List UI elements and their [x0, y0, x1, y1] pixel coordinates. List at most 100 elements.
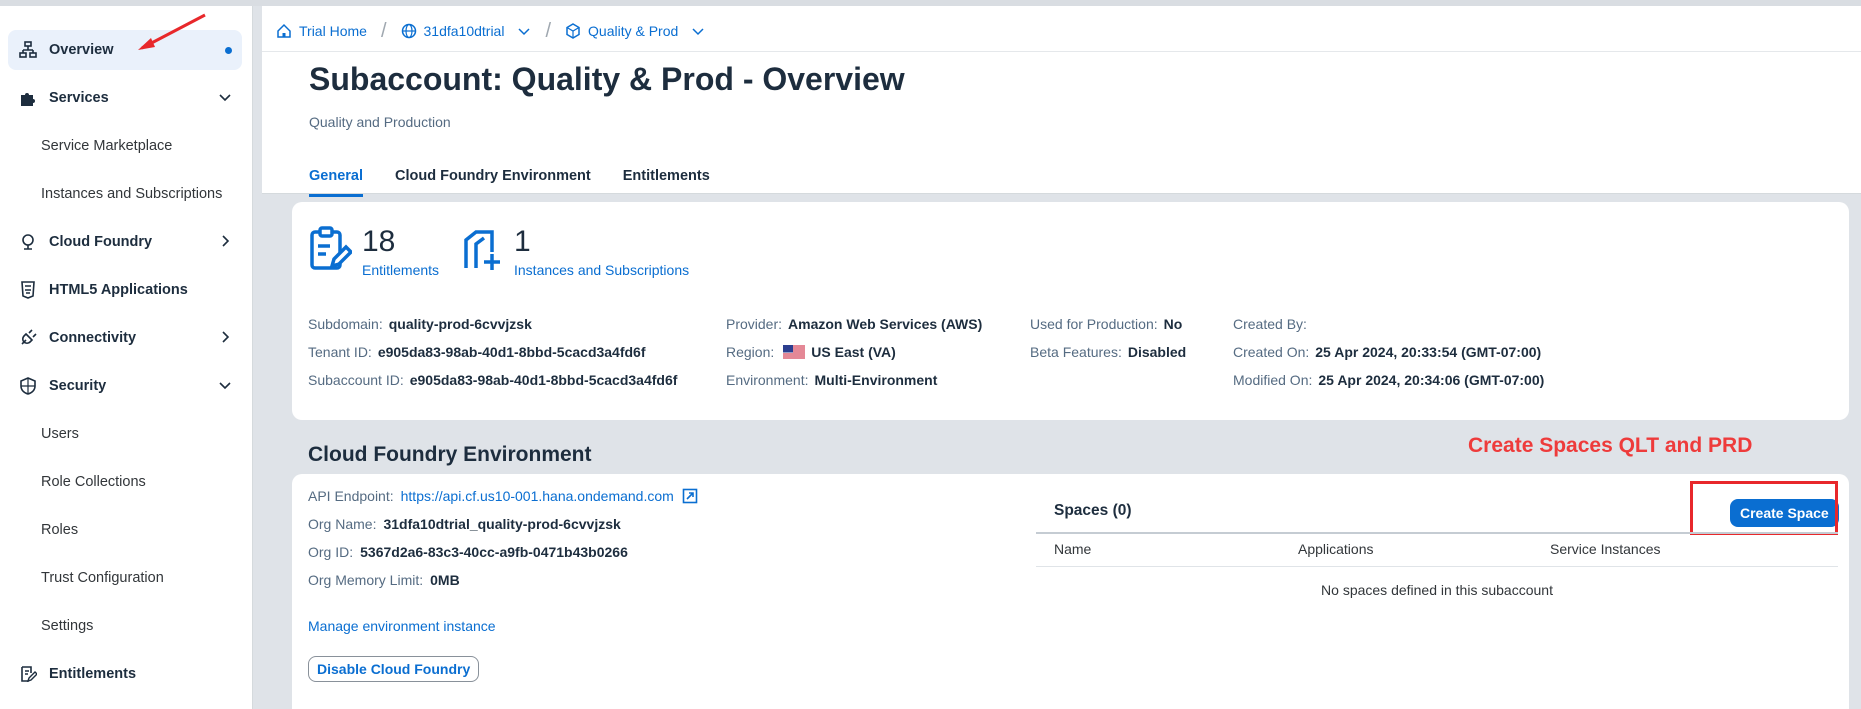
- sidebar-item-entitlements[interactable]: Entitlements: [8, 654, 242, 694]
- sidebar-item-service-marketplace[interactable]: Service Marketplace: [8, 126, 242, 166]
- sidebar-item-label: Connectivity: [49, 330, 137, 346]
- chevron-down-icon: [692, 28, 704, 36]
- us-flag-icon: [783, 345, 806, 359]
- column-header-service-instances[interactable]: Service Instances: [1550, 541, 1661, 557]
- breadcrumb-global-account[interactable]: 31dfa10dtrial: [401, 23, 532, 39]
- column-header-applications[interactable]: Applications: [1298, 541, 1374, 557]
- sidebar-item-label: Service Marketplace: [41, 138, 173, 154]
- breadcrumb-label: Quality & Prod: [588, 23, 679, 39]
- chevron-right-icon: [218, 330, 232, 347]
- annotation-text: Create Spaces QLT and PRD: [1468, 434, 1753, 457]
- sidebar-item-label: Roles: [41, 522, 79, 538]
- globe-pin-icon: [16, 233, 40, 251]
- disable-cloud-foundry-button[interactable]: Disable Cloud Foundry: [308, 656, 480, 682]
- breadcrumb-separator: /: [545, 19, 552, 42]
- plug-icon: [16, 329, 40, 347]
- created-by-field: Created By:: [1233, 316, 1307, 332]
- entitlements-kpi: 18 Entitlements: [308, 226, 439, 278]
- org-name-field: Org Name: 31dfa10dtrial_quality-prod-6cvv…: [308, 516, 621, 532]
- sidebar-item-instances-subscriptions[interactable]: Instances and Subscriptions: [8, 174, 242, 214]
- entitlements-link[interactable]: Entitlements: [362, 262, 439, 278]
- sidebar-item-html5-applications[interactable]: HTML5 Applications: [8, 270, 242, 310]
- instances-subscriptions-link[interactable]: Instances and Subscriptions: [514, 262, 689, 278]
- page-subtitle: Quality and Production: [309, 114, 451, 130]
- sidebar-item-role-collections[interactable]: Role Collections: [8, 462, 242, 502]
- breadcrumb-trial-home[interactable]: Trial Home: [276, 23, 367, 39]
- external-link-icon[interactable]: [682, 488, 698, 504]
- instances-add-icon: [462, 226, 504, 275]
- subaccount-id-field: Subaccount ID: e905da83-98ab-40d1-8bbd-5c…: [308, 372, 678, 388]
- instances-count: 1: [514, 225, 531, 258]
- edit-document-icon: [16, 665, 40, 683]
- column-header-name[interactable]: Name: [1054, 541, 1091, 557]
- breadcrumb-label: 31dfa10dtrial: [423, 23, 505, 39]
- sidebar-item-settings[interactable]: Settings: [8, 606, 242, 646]
- entitlements-clipboard-icon: [308, 226, 354, 275]
- sidebar-item-label: Instances and Subscriptions: [41, 186, 223, 202]
- general-card: 18 Entitlements 1 Instances and Subscrip…: [292, 202, 1849, 420]
- sidebar: Overview Services Service Marketplace In…: [0, 6, 253, 709]
- sidebar-item-label: Entitlements: [49, 666, 137, 682]
- breadcrumb-label: Trial Home: [299, 23, 367, 39]
- sidebar-item-label: Users: [41, 426, 79, 442]
- org-id-field: Org ID: 5367d2a6-83c3-40cc-a9fb-0471b43b0…: [308, 544, 628, 560]
- shield-icon: [16, 377, 40, 395]
- sidebar-item-roles[interactable]: Roles: [8, 510, 242, 550]
- sidebar-item-label: Cloud Foundry: [49, 234, 153, 250]
- sidebar-item-label: Overview: [49, 42, 114, 58]
- sidebar-item-label: Services: [49, 90, 109, 106]
- puzzle-icon: [16, 89, 40, 107]
- provider-field: Provider: Amazon Web Services (AWS): [726, 316, 983, 332]
- created-on-field: Created On: 25 Apr 2024, 20:33:54 (GMT-07…: [1233, 344, 1542, 360]
- sidebar-item-label: Settings: [41, 618, 94, 634]
- home-icon: [277, 23, 291, 38]
- breadcrumb: Trial Home / 31dfa10dtrial / Quality & P…: [276, 16, 705, 46]
- sidebar-item-label: HTML5 Applications: [49, 282, 188, 298]
- html5-icon: [16, 281, 40, 299]
- api-endpoint-field: API Endpoint: https://api.cf.us10-001.ha…: [308, 488, 698, 504]
- sidebar-item-cloud-foundry[interactable]: Cloud Foundry: [8, 222, 242, 262]
- spaces-table-top-border: [1036, 532, 1838, 534]
- region-field: Region: US East (VA): [726, 344, 896, 360]
- sidebar-item-trust-configuration[interactable]: Trust Configuration: [8, 558, 242, 598]
- entitlements-count: 18: [362, 225, 396, 258]
- manage-environment-link[interactable]: Manage environment instance: [308, 618, 496, 634]
- page-title: Subaccount: Quality & Prod - Overview: [309, 61, 905, 97]
- environment-field: Environment: Multi-Environment: [726, 372, 938, 388]
- hierarchy-icon: [16, 41, 40, 59]
- breadcrumb-subaccount[interactable]: Quality & Prod: [565, 23, 705, 39]
- cube-icon: [566, 23, 580, 39]
- subdomain-field: Subdomain: quality-prod-6cvvjzsk: [308, 316, 532, 332]
- chevron-down-icon: [218, 90, 232, 107]
- spaces-table-header-divider: [1036, 566, 1838, 567]
- cloud-foundry-section-title: Cloud Foundry Environment: [308, 443, 592, 466]
- sidebar-item-users[interactable]: Users: [8, 414, 242, 454]
- spaces-empty-message: No spaces defined in this subaccount: [1321, 582, 1553, 598]
- sidebar-item-connectivity[interactable]: Connectivity: [8, 318, 242, 358]
- used-for-production-field: Used for Production: No: [1030, 316, 1183, 332]
- sidebar-item-label: Role Collections: [41, 474, 146, 490]
- sidebar-item-security[interactable]: Security: [8, 366, 242, 406]
- annotation-highlight-box: [1690, 481, 1838, 535]
- active-indicator-dot: [225, 47, 232, 54]
- api-endpoint-link[interactable]: https://api.cf.us10-001.hana.ondemand.co…: [401, 488, 674, 504]
- cloud-foundry-card: API Endpoint: https://api.cf.us10-001.ha…: [292, 474, 1849, 709]
- globe-icon: [401, 23, 416, 39]
- sidebar-item-overview[interactable]: Overview: [8, 30, 242, 70]
- spaces-title: Spaces (0): [1054, 502, 1132, 519]
- chevron-down-icon: [218, 378, 232, 395]
- breadcrumb-separator: /: [380, 19, 387, 42]
- beta-features-field: Beta Features: Disabled: [1030, 344, 1187, 360]
- header-divider: [262, 51, 1861, 52]
- modified-on-field: Modified On: 25 Apr 2024, 20:34:06 (GMT-0…: [1233, 372, 1545, 388]
- chevron-down-icon: [518, 28, 530, 36]
- org-memory-limit-field: Org Memory Limit: 0MB: [308, 572, 460, 588]
- sidebar-item-label: Security: [49, 378, 107, 394]
- page-header: Trial Home / 31dfa10dtrial / Quality & P…: [262, 6, 1861, 197]
- chevron-right-icon: [218, 234, 232, 251]
- sidebar-item-services[interactable]: Services: [8, 78, 242, 118]
- instances-kpi: 1 Instances and Subscriptions: [462, 226, 689, 278]
- tenant-id-field: Tenant ID: e905da83-98ab-40d1-8bbd-5cacd3…: [308, 344, 646, 360]
- sidebar-item-label: Trust Configuration: [41, 570, 164, 586]
- header-bottom-border: [262, 193, 1861, 194]
